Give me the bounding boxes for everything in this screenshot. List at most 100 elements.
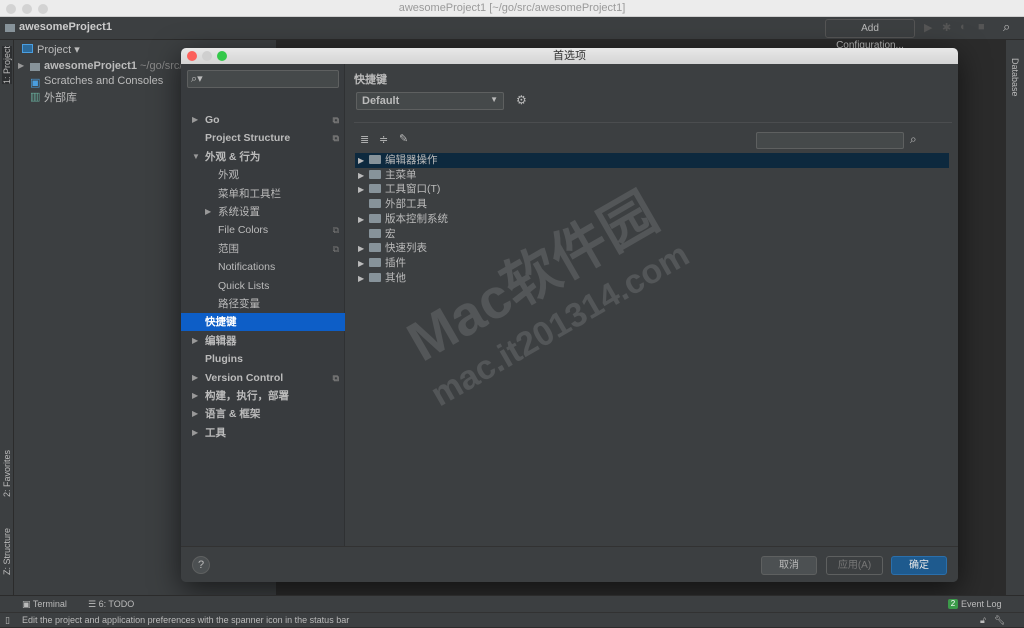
panel-toggle-icon[interactable]: ▯ (5, 613, 10, 628)
project-root[interactable]: awesomeProject1 (44, 60, 137, 72)
sidebar-item[interactable]: ▶ 系统设置 (181, 203, 345, 221)
keymap-select[interactable]: Default ▼ (356, 92, 504, 110)
external-libraries-item[interactable]: 外部库 (44, 89, 77, 105)
find-by-shortcut-icon[interactable]: ⌕ (910, 132, 917, 147)
keymap-tree-row[interactable]: ▶ 插件 (355, 256, 949, 271)
keymap-tree-row[interactable]: ▶ 编辑器操作 (355, 153, 949, 168)
sidebar-item-label: Plugins (205, 353, 243, 366)
collapse-all-icon[interactable]: ≑ (379, 133, 388, 146)
chevron-right-icon[interactable]: ▶ (192, 405, 198, 423)
chevron-right-icon[interactable]: ▶ (192, 332, 198, 350)
sidebar-item[interactable]: Quick Lists (181, 277, 345, 295)
dialog-titlebar: 首选项 (181, 48, 958, 64)
todo-tab[interactable]: ☰ 6: TODO (88, 596, 134, 613)
minimize-window-button[interactable] (22, 4, 32, 14)
keymap-tree-row[interactable]: ▶ 版本控制系统 (355, 212, 949, 227)
folder-icon (369, 213, 381, 223)
sidebar-item[interactable]: Plugins (181, 350, 345, 368)
dialog-minimize-button[interactable] (202, 51, 212, 61)
tree-row-label: 编辑器操作 (385, 154, 438, 166)
sidebar-item[interactable]: 快捷键 (181, 313, 345, 332)
sidebar-item[interactable]: ▶ Go ⧉ (181, 111, 345, 129)
keymap-tree-row[interactable]: 宏 (355, 227, 949, 242)
pane-heading: 快捷键 (354, 74, 387, 86)
sidebar-item[interactable]: 菜单和工具栏 (181, 185, 345, 203)
sidebar-item[interactable]: ▶ 工具 (181, 424, 345, 442)
divider (354, 122, 952, 123)
sidebar-item[interactable]: Project Structure ⧉ (181, 129, 345, 147)
chevron-right-icon[interactable]: ▶ (355, 168, 369, 183)
event-log-tab[interactable]: Event Log (961, 596, 1002, 613)
project-breadcrumb[interactable]: awesomeProject1 (19, 21, 112, 33)
tab-structure[interactable]: Z: Structure (2, 528, 12, 575)
tab-database[interactable]: Database (1010, 58, 1020, 97)
chevron-right-icon[interactable]: ▶ (355, 256, 369, 271)
run-icon[interactable]: ▶ (924, 21, 932, 34)
expand-all-icon[interactable]: ≣ (360, 133, 369, 146)
keymap-tree-row[interactable]: ▶ 工具窗口(T) (355, 182, 949, 197)
sidebar-item-label: 范围 (218, 242, 239, 255)
keymap-tree-row[interactable]: ▶ 其他 (355, 271, 949, 286)
expand-arrow-icon[interactable]: ▶ (18, 61, 24, 70)
chevron-right-icon[interactable]: ▶ (192, 387, 198, 405)
chevron-right-icon[interactable]: ▶ (192, 424, 198, 442)
search-icon[interactable]: ⌕ (1003, 19, 1010, 35)
gear-icon[interactable]: ⚙ (516, 93, 527, 107)
chevron-down-icon: ▼ (490, 95, 498, 104)
sidebar-item[interactable]: ▶ Version Control ⧉ (181, 369, 345, 387)
lock-icon[interactable]: 🔓︎ (980, 613, 986, 628)
sidebar-item[interactable]: 路径变量 (181, 295, 345, 313)
keymap-tree-row[interactable]: 外部工具 (355, 197, 949, 212)
tab-favorites[interactable]: 2: Favorites (2, 450, 12, 497)
sidebar-item[interactable]: Notifications (181, 258, 345, 276)
sidebar-item[interactable]: ▶ 构建，执行，部署 (181, 387, 345, 405)
terminal-tab[interactable]: ▣ Terminal (22, 596, 67, 613)
sidebar-item[interactable]: ▼ 外观 & 行为 (181, 148, 345, 166)
sidebar-item-label: 外观 & 行为 (205, 150, 261, 163)
chevron-right-icon[interactable]: ▶ (355, 153, 369, 168)
spanner-icon[interactable]: 🔧︎ (994, 613, 1005, 628)
tree-row-label: 版本控制系统 (385, 212, 448, 225)
dialog-close-button[interactable] (187, 51, 197, 61)
project-path: ~/go/src/ (140, 60, 183, 72)
chevron-down-icon[interactable]: ▼ (192, 148, 200, 166)
debug-icon[interactable]: ✱ (942, 21, 951, 34)
sidebar-item[interactable]: ▶ 语言 & 框架 (181, 405, 345, 423)
chevron-right-icon[interactable]: ▶ (205, 203, 211, 221)
settings-search-input[interactable]: ⌕▾ (187, 70, 339, 88)
add-configuration-button[interactable]: Add Configuration... (825, 19, 915, 51)
keymap-tree-row[interactable]: ▶ 主菜单 (355, 168, 949, 183)
sidebar-item[interactable]: 范围 ⧉ (181, 240, 345, 258)
sidebar-item[interactable]: ▶ 编辑器 (181, 332, 345, 350)
chevron-right-icon[interactable]: ▶ (355, 182, 369, 197)
shortcut-search-input[interactable] (756, 132, 904, 149)
sidebar-item[interactable]: File Colors ⧉ (181, 221, 345, 239)
sidebar-item-label: 构建，执行，部署 (205, 390, 289, 402)
ok-button[interactable]: 确定 (891, 556, 947, 575)
tab-project[interactable]: 1: Project (2, 46, 12, 85)
dialog-zoom-button[interactable] (217, 51, 227, 61)
folder-icon (369, 184, 381, 194)
stop-icon[interactable]: ■ (978, 21, 985, 33)
sidebar-item[interactable]: 外观 (181, 166, 345, 184)
close-window-button[interactable] (6, 4, 16, 14)
scratches-item[interactable]: Scratches and Consoles (44, 75, 163, 87)
chevron-right-icon[interactable]: ▶ (192, 111, 198, 129)
help-button[interactable]: ? (192, 556, 210, 574)
chevron-right-icon[interactable]: ▶ (355, 212, 369, 227)
folder-icon (369, 243, 381, 253)
project-view-selector[interactable]: Project ▾ (37, 43, 80, 56)
keymap-tree-row[interactable]: ▶ 快速列表 (355, 241, 949, 256)
folder-icon (369, 155, 381, 164)
chevron-right-icon[interactable]: ▶ (355, 241, 369, 256)
cancel-button[interactable]: 取消 (761, 556, 817, 575)
zoom-window-button[interactable] (38, 4, 48, 14)
chevron-right-icon[interactable]: ▶ (192, 369, 198, 387)
settings-sidebar: ⌕▾ ▶ Go ⧉ Project Structure ⧉ ▼ 外观 & 行为外观 菜单和工具… (181, 64, 345, 546)
status-message: Edit the project and application prefere… (22, 615, 350, 625)
coverage-icon[interactable]: ◐ (960, 21, 967, 33)
apply-button[interactable]: 应用(A) (826, 556, 883, 575)
chevron-right-icon[interactable]: ▶ (355, 271, 369, 286)
preferences-dialog: 首选项 ⌕▾ ▶ Go ⧉ Project Structure ⧉ ▼ 外观 & 行为 外观菜… (181, 48, 958, 582)
edit-icon[interactable]: ✎ (399, 132, 408, 145)
